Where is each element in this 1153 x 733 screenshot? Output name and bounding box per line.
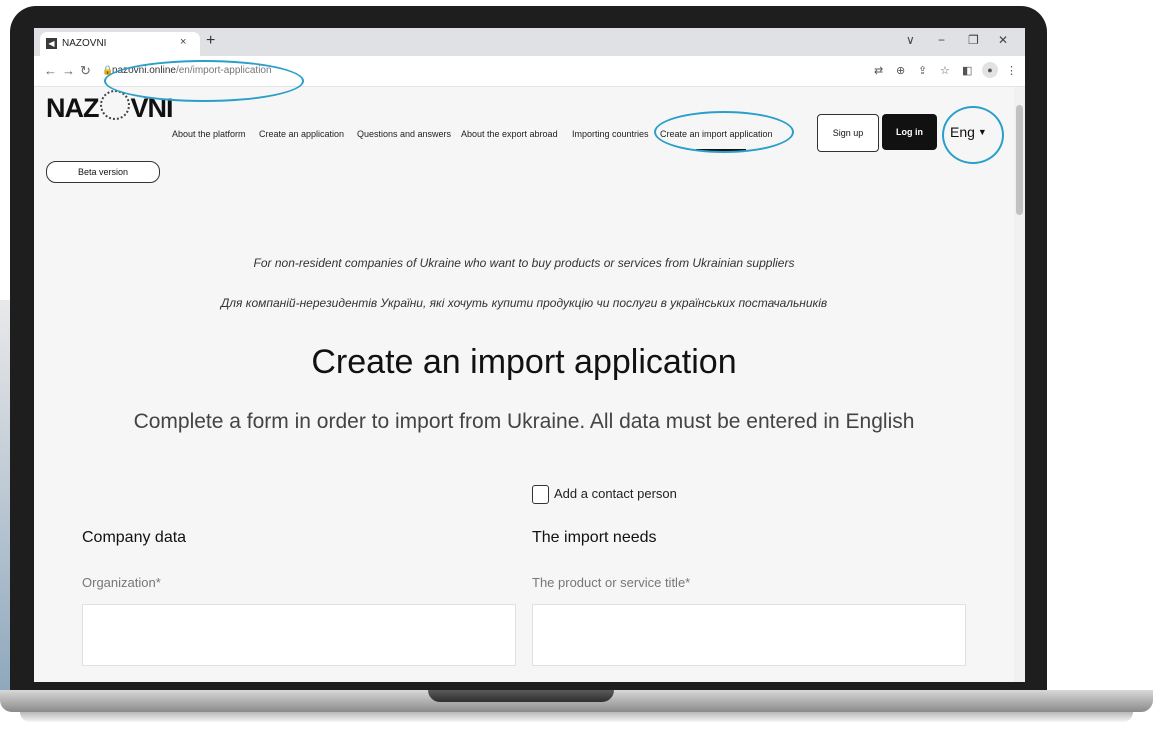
profile-avatar-icon[interactable]: ● <box>982 62 998 78</box>
side-panel-icon[interactable]: ◧ <box>962 64 972 77</box>
log-in-button[interactable]: Log in <box>882 114 937 150</box>
tab-close-icon[interactable]: × <box>180 36 186 48</box>
intro-text-uk: Для компаній-нерезидентів України, які х… <box>220 296 828 310</box>
tab-title: NAZOVNI <box>62 38 107 49</box>
product-title-input[interactable] <box>532 604 966 666</box>
url-path: /en/import-application <box>175 65 272 76</box>
site-favicon-icon: ◀ <box>46 38 57 49</box>
nav-create-import-application[interactable]: Create an import application <box>660 129 773 139</box>
laptop-base-shadow <box>20 712 1133 722</box>
menu-dots-icon[interactable]: ⋮ <box>1006 64 1017 77</box>
page-title: Create an import application <box>311 343 737 381</box>
share-icon[interactable]: ⇪ <box>918 64 927 77</box>
laptop-frame: ◀ NAZOVNI × + ∨ − ❐ ✕ ← → ↻ 🔒 nazovni.on… <box>0 0 1153 733</box>
zoom-icon[interactable]: ⊕ <box>896 64 905 77</box>
forward-icon[interactable]: → <box>62 63 75 78</box>
reload-icon[interactable]: ↻ <box>80 63 91 79</box>
minimize-icon[interactable]: − <box>938 33 945 47</box>
close-window-icon[interactable]: ✕ <box>998 33 1008 47</box>
page-subtitle: Complete a form in order to import from … <box>133 410 915 433</box>
laptop-notch <box>428 690 614 702</box>
web-page <box>34 87 1014 682</box>
tab-search-icon[interactable]: ∨ <box>906 33 915 47</box>
add-contact-label[interactable]: Add a contact person <box>554 486 677 501</box>
organization-label: Organization* <box>82 575 161 590</box>
site-logo[interactable]: NAZ VNI <box>46 90 174 124</box>
nav-questions-answers[interactable]: Questions and answers <box>357 129 451 139</box>
maximize-icon[interactable]: ❐ <box>968 33 979 47</box>
bookmark-star-icon[interactable]: ☆ <box>940 64 950 77</box>
language-selector[interactable]: Eng ▼ <box>950 124 987 140</box>
nav-about-platform[interactable]: About the platform <box>172 129 246 139</box>
globe-logo-icon <box>99 90 130 120</box>
beta-version-badge[interactable]: Beta version <box>46 161 160 183</box>
browser-window: ◀ NAZOVNI × + ∨ − ❐ ✕ ← → ↻ 🔒 nazovni.on… <box>34 28 1025 682</box>
nav-create-application[interactable]: Create an application <box>259 129 344 139</box>
new-tab-button[interactable]: + <box>206 32 215 50</box>
import-needs-heading: The import needs <box>532 529 657 546</box>
organization-input[interactable] <box>82 604 516 666</box>
language-label: Eng <box>950 124 975 140</box>
active-nav-underline <box>696 149 746 151</box>
add-contact-checkbox[interactable] <box>532 485 549 504</box>
page-scrollbar[interactable] <box>1014 87 1025 682</box>
browser-tab[interactable]: ◀ NAZOVNI × <box>40 32 200 56</box>
company-data-heading: Company data <box>82 529 187 546</box>
translate-icon[interactable]: ⇄ <box>874 64 883 77</box>
sign-up-button[interactable]: Sign up <box>817 114 879 152</box>
browser-toolbar: ← → ↻ 🔒 nazovni.online/en/import-applica… <box>34 56 1025 87</box>
url-host: nazovni.online <box>112 65 176 76</box>
back-icon[interactable]: ← <box>44 63 57 78</box>
intro-text-en: For non-resident companies of Ukraine wh… <box>253 256 795 270</box>
product-title-label: The product or service title* <box>532 575 691 590</box>
chevron-down-icon: ▼ <box>977 127 987 137</box>
nav-importing-countries[interactable]: Importing countries <box>572 129 649 139</box>
scroll-thumb[interactable] <box>1016 105 1023 215</box>
nav-export-abroad[interactable]: About the export abroad <box>461 129 558 139</box>
address-bar[interactable]: nazovni.online/en/import-application <box>112 65 272 76</box>
tab-bar: ◀ NAZOVNI × + ∨ − ❐ ✕ <box>34 28 1025 56</box>
